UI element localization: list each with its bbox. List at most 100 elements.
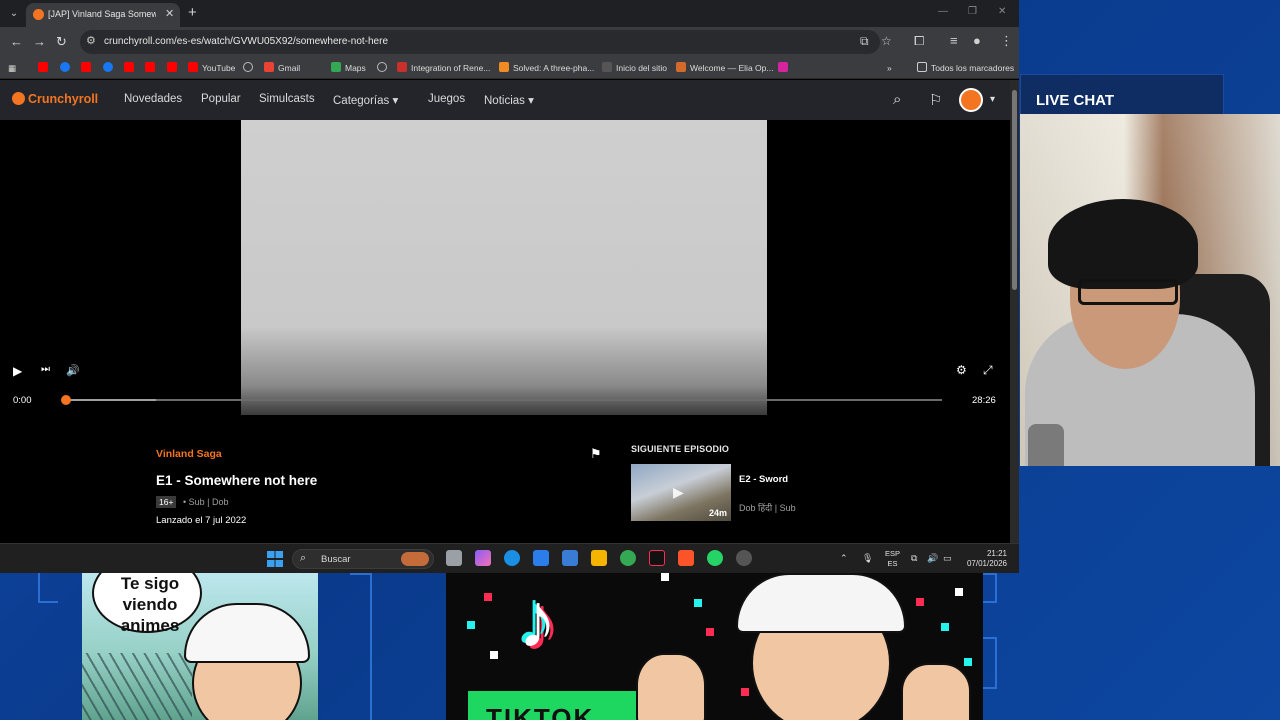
menu-kebab-icon[interactable]: ⋮ (1000, 33, 1013, 49)
system-clock[interactable]: 21:21 07/01/2026 (963, 549, 1007, 569)
media-control-icon[interactable]: ≡ (950, 33, 958, 48)
release-date: Lanzado el 7 jul 2022 (156, 515, 247, 526)
bookmark-youtube-1[interactable] (38, 61, 52, 75)
all-bookmarks[interactable]: Todos los marcadores (917, 61, 1014, 75)
reload-icon[interactable]: ↻ (56, 34, 67, 50)
minimize-icon[interactable]: — (938, 6, 948, 17)
profile-avatar-icon[interactable]: ● (973, 33, 981, 48)
bookmark-globe-1[interactable] (243, 61, 257, 75)
cast-icon[interactable]: ⧉ (860, 34, 869, 49)
brave-icon[interactable] (678, 550, 694, 566)
user-avatar[interactable] (959, 88, 983, 112)
extensions-icon[interactable]: ⧠ (914, 33, 924, 49)
bookmark-youtube-2[interactable] (81, 61, 95, 75)
address-bar[interactable]: ⚙ crunchyroll.com/es-es/watch/GVWU05X92/… (80, 30, 892, 54)
task-view-icon[interactable] (446, 550, 462, 566)
nav-simulcasts[interactable]: Simulcasts (259, 93, 315, 105)
sn-icon (397, 62, 407, 72)
bookmark-facebook-1[interactable] (60, 61, 74, 75)
copilot-icon[interactable] (475, 550, 491, 566)
nav-juegos[interactable]: Juegos (428, 93, 465, 105)
volume-tray-icon[interactable]: 🔊 (927, 553, 938, 564)
chevron-down-icon[interactable]: ▾ (990, 94, 995, 105)
youtube-icon (81, 62, 91, 72)
crunchyroll-logo[interactable]: Crunchyroll (12, 92, 98, 106)
confetti (706, 628, 714, 636)
more-bookmarks-icon[interactable]: » (887, 61, 892, 75)
whatsapp-icon[interactable] (707, 550, 723, 566)
taskbar-search[interactable]: ⌕ Buscar (292, 549, 434, 569)
store-icon[interactable] (562, 550, 578, 566)
bookmark-youtube-3[interactable] (124, 61, 138, 75)
bookmark-youtube[interactable]: YouTube (188, 61, 235, 75)
video-frame[interactable] (241, 120, 767, 415)
bookmark-inicio[interactable]: Inicio del sitio (602, 61, 667, 75)
bookmark-label: Gmail (278, 63, 301, 73)
tiktok-icon[interactable] (649, 550, 665, 566)
back-icon[interactable]: ← (10, 34, 23, 49)
live-chat-title: LIVE CHAT (1036, 92, 1115, 109)
nav-categorias[interactable]: Categorías ▾ (333, 93, 398, 107)
language-indicator[interactable]: ESP ES (885, 549, 900, 569)
search-icon[interactable]: ⌕ (893, 91, 901, 108)
scrollbar-thumb[interactable] (1012, 90, 1017, 290)
youtube-icon (38, 62, 48, 72)
crunchyroll-header: Crunchyroll Novedades Popular Simulcasts… (0, 80, 1010, 120)
tab-close-icon[interactable]: ✕ (165, 7, 174, 20)
nav-noticias[interactable]: Noticias ▾ (484, 93, 534, 107)
bookmark-globe-2[interactable] (377, 61, 391, 75)
bookmark-facebook-2[interactable] (103, 61, 117, 75)
next-episode-thumbnail[interactable]: ▶ 24m (631, 464, 731, 521)
obs-icon[interactable] (736, 550, 752, 566)
progress-track[interactable] (66, 399, 942, 401)
bookmark-icon[interactable]: ⚑ (590, 446, 602, 462)
restore-icon[interactable]: ❐ (968, 6, 977, 17)
confetti (916, 598, 924, 606)
network-icon[interactable]: ⧉ (911, 553, 917, 564)
tab-search-icon[interactable]: ⌄ (6, 6, 22, 22)
apps-grid-icon[interactable]: ▦ (8, 61, 16, 75)
tab-active[interactable]: [JAP] Vinland Saga Somewhere not here ✕ (26, 3, 180, 27)
progress-handle[interactable] (61, 395, 71, 405)
bookmark-integration[interactable]: Integration of Rene... (397, 61, 490, 75)
tray-chevron-icon[interactable]: ⌃ (840, 553, 848, 564)
bookmark-youtube-5[interactable] (167, 61, 181, 75)
all-bookmarks-label: Todos los marcadores (931, 63, 1015, 73)
next-episode-title[interactable]: E2 - Sword (739, 474, 788, 485)
close-window-icon[interactable]: ✕ (998, 6, 1006, 17)
file-explorer-icon[interactable] (591, 550, 607, 566)
windows-start-icon[interactable] (267, 551, 283, 567)
play-icon[interactable]: ▶ (13, 364, 22, 378)
bookmark-youtube-4[interactable] (145, 61, 159, 75)
site-info-icon[interactable]: ⚙ (86, 34, 96, 47)
url-text[interactable]: crunchyroll.com/es-es/watch/GVWU05X92/so… (104, 36, 388, 47)
chrome-icon[interactable] (620, 550, 636, 566)
fullscreen-icon[interactable]: ⤢ (983, 363, 993, 378)
new-tab-icon[interactable]: + (188, 4, 197, 21)
edge-icon[interactable] (504, 550, 520, 566)
microphone-icon[interactable]: 🎙 (862, 553, 873, 564)
video-player[interactable]: ▶ ⏭ 🔊 ⚙ ⤢ 0:00 28:26 (0, 120, 1010, 418)
battery-icon[interactable]: ▭ (943, 553, 952, 564)
chegg-icon (499, 62, 509, 72)
nav-novedades[interactable]: Novedades (124, 93, 182, 105)
page-scrollbar[interactable] (1010, 80, 1019, 543)
site-icon (602, 62, 612, 72)
bookmark-instagram[interactable] (778, 61, 792, 75)
bookmark-solved[interactable]: Solved: A three-pha... (499, 61, 594, 75)
forward-icon[interactable]: → (33, 34, 46, 49)
series-link[interactable]: Vinland Saga (156, 448, 222, 460)
bookmark-gmail[interactable]: Gmail (264, 61, 300, 75)
vscode-icon[interactable] (533, 550, 549, 566)
live-chat-panel: LIVE CHAT (1020, 74, 1224, 116)
watchlist-bookmark-icon[interactable]: ⚐ (929, 91, 942, 109)
volume-icon[interactable]: 🔊 (66, 364, 80, 377)
facebook-icon (60, 62, 70, 72)
settings-gear-icon[interactable]: ⚙ (956, 363, 967, 377)
nav-popular[interactable]: Popular (201, 93, 241, 105)
bookmark-maps[interactable]: Maps (331, 61, 366, 75)
next-episode-icon[interactable]: ⏭ (41, 364, 50, 375)
bookmark-star-icon[interactable]: ☆ (881, 34, 892, 48)
lang-bottom: ES (887, 559, 898, 568)
bookmark-elia[interactable]: Welcome — Elia Op... (676, 61, 773, 75)
